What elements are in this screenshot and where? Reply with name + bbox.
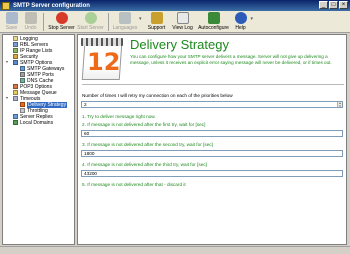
retries-input[interactable]: 2 ▴ ▾ [81,101,343,108]
maximize-button[interactable]: □ [329,1,338,9]
settings-panel: 12 Delivery Strategy You can configure h… [77,34,347,245]
languages-icon [119,12,131,24]
log-icon [176,12,189,24]
autoconfigure-button[interactable]: Autoconfigure [196,11,232,32]
chevron-down-icon[interactable]: ▾ [139,11,142,22]
step-5-label: 5. If message is not delivered after tha… [82,182,186,187]
toolbar-separator [43,13,44,31]
calendar-number: 12 [87,48,121,76]
title-bar: SMTP Server configuration _ □ × [0,0,350,11]
spin-buttons[interactable]: ▴ ▾ [337,102,342,107]
tree-item-local-domains[interactable]: Local Domains [13,119,53,126]
support-button[interactable]: Support [144,11,170,32]
step-4-value: 43200 [84,171,98,176]
save-icon [5,12,18,24]
settings-tree: Logging RBL Servers IP Range Lists Secur… [2,34,75,245]
window-title: SMTP Server configuration [13,2,90,9]
step-3-input[interactable]: 1800 [81,150,343,157]
start-server-label: Start Server [77,25,104,31]
stop-server-button[interactable]: Stop Server [47,11,76,32]
step-2-input[interactable]: 60 [81,130,343,137]
step-2-label: 2. If message is not delivered after the… [82,122,206,127]
stop-icon [55,12,68,24]
window-controls: _ □ × [319,1,348,9]
retries-label: Number of times I will retry my connecti… [82,93,233,98]
retries-value: 2 [84,102,87,107]
help-icon [234,12,247,24]
app-icon [2,1,10,10]
undo-label: Undo [24,25,37,31]
start-server-button[interactable]: Start Server [76,11,105,32]
close-button[interactable]: × [339,1,348,9]
smtp-options-icon [13,60,18,65]
start-icon [84,12,97,24]
help-label: Help [235,25,246,31]
support-label: Support [147,25,166,31]
page-header: 12 Delivery Strategy You can configure h… [78,35,346,84]
calendar-icon: 12 [81,38,123,80]
minimize-button[interactable]: _ [319,1,328,9]
chevron-down-icon[interactable]: ▾ [251,11,254,22]
tree-item-label: Local Domains [20,119,54,126]
undo-button[interactable]: Undo [21,11,40,32]
step-1-label: 1. Try to deliver message right now. [82,114,156,119]
languages-button[interactable]: Languages [112,11,138,32]
help-button[interactable]: Help [232,11,250,32]
step-4-label: 4. If message is not delivered after the… [82,162,207,167]
view-log-label: View Log [172,25,193,31]
autoconfigure-label: Autoconfigure [198,25,229,31]
save-button[interactable]: Save [2,11,21,32]
header-divider [82,84,344,85]
timeouts-icon [13,96,18,101]
collapse-icon[interactable]: ▾ [6,60,11,65]
autoconfigure-icon [207,12,220,24]
page-description: You can configure how your SMTP server d… [130,54,332,65]
save-label: Save [5,25,18,31]
view-log-button[interactable]: View Log [170,11,196,32]
stop-server-label: Stop Server [48,25,75,31]
languages-label: Languages [112,25,138,31]
collapse-icon[interactable]: ▾ [6,96,11,101]
local-domains-icon [13,120,18,125]
status-bar [0,246,350,254]
step-4-input[interactable]: 43200 [81,170,343,177]
undo-icon [24,12,37,24]
page-title: Delivery Strategy [130,37,229,52]
step-2-value: 60 [84,131,90,136]
step-3-value: 1800 [84,151,95,156]
support-icon [150,12,163,24]
toolbar-separator [108,13,109,31]
calendar-spiral [81,38,123,46]
step-3-label: 3. If message is not delivered after the… [82,142,213,147]
toolbar: Save Undo Stop Server Start Server Langu… [0,11,350,33]
